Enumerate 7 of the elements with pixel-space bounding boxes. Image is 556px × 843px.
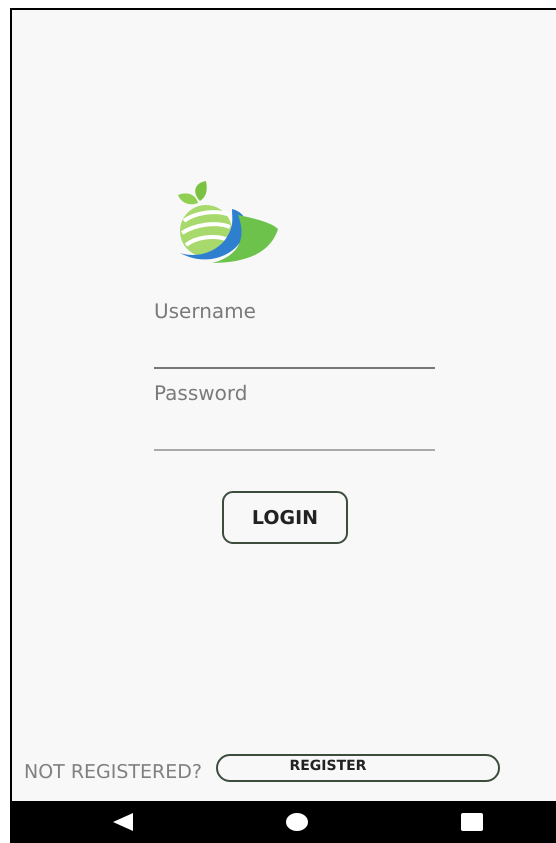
register-button[interactable]: REGISTER (216, 754, 500, 782)
input-field[interactable]: Password (154, 375, 435, 451)
not-registered-text: NOT REGISTERED? (24, 761, 202, 783)
login-button[interactable]: LOGIN (222, 491, 348, 544)
back-icon[interactable] (113, 813, 133, 831)
home-icon[interactable] (286, 813, 308, 831)
input-field[interactable]: Username (154, 293, 435, 369)
